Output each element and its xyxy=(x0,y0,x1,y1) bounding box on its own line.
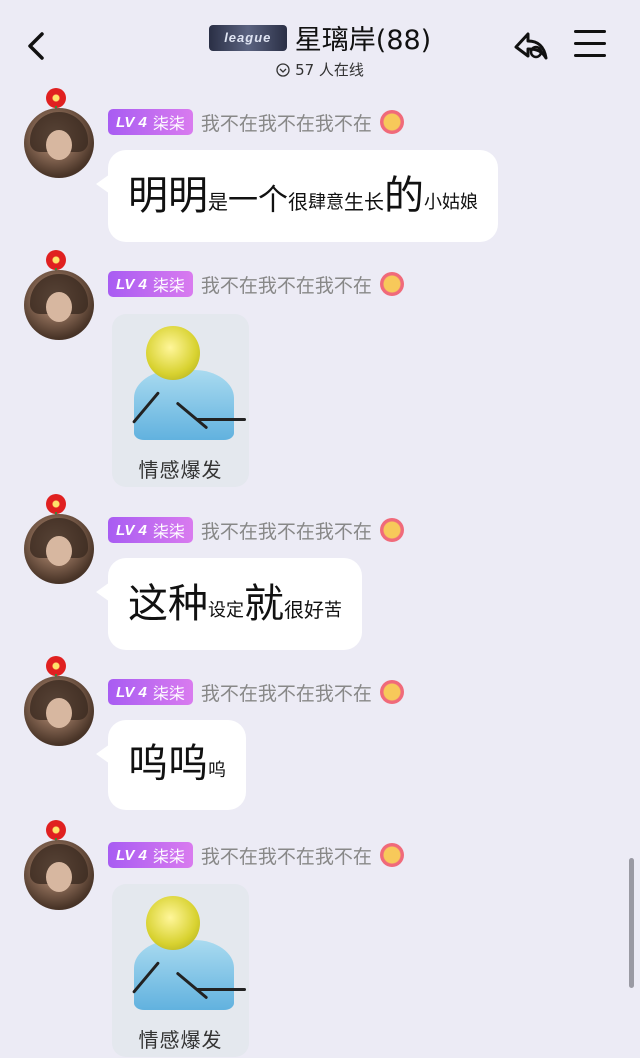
avatar[interactable] xyxy=(24,676,94,746)
sticker-caption: 情感爆发 xyxy=(138,458,223,482)
scrollbar[interactable] xyxy=(629,858,634,988)
chat-header: league 星璃岸(88) 57 人在线 xyxy=(0,0,640,86)
message-meta: LV 4 柒柒 我不在我不在我不在 xyxy=(108,679,404,705)
avatar[interactable] xyxy=(24,108,94,178)
level-badge: LV 4 柒柒 xyxy=(108,842,193,868)
smiley-icon xyxy=(379,680,404,704)
flower-icon xyxy=(46,88,66,114)
flower-icon xyxy=(46,656,66,682)
message-meta: LV 4 柒柒 我不在我不在我不在 xyxy=(108,517,404,543)
sender-nickname: 我不在我不在我不在 xyxy=(200,112,372,135)
message-bubble[interactable]: 这种 设定 就 很好 苦 xyxy=(96,558,362,650)
chevron-circle-icon xyxy=(276,62,290,77)
sender-nickname: 我不在我不在我不在 xyxy=(200,682,372,705)
sender-nickname: 我不在我不在我不在 xyxy=(200,274,372,297)
online-count: 57 人在线 xyxy=(295,61,364,79)
group-badge: league xyxy=(208,24,287,51)
smiley-icon xyxy=(379,518,404,542)
flower-icon xyxy=(46,494,66,520)
message-bubble[interactable]: 明明 是 一个 很 肆意 生长 的 小姑娘 xyxy=(96,150,498,242)
avatar[interactable] xyxy=(24,840,94,910)
message-meta: LV 4 柒柒 我不在我不在我不在 xyxy=(108,842,404,868)
smiley-icon xyxy=(379,110,404,134)
level-badge: LV 4 柒柒 xyxy=(108,109,193,135)
avatar[interactable] xyxy=(24,514,94,584)
sticker-image[interactable]: 情感爆发 xyxy=(112,314,249,487)
group-title[interactable]: 星璃岸(88) xyxy=(295,18,431,57)
message-bubble[interactable]: 呜呜 呜 xyxy=(96,720,246,810)
online-status: 57 人在线 xyxy=(276,59,364,80)
sticker-image[interactable]: 情感爆发 xyxy=(112,884,249,1057)
flower-icon xyxy=(46,820,66,846)
level-badge: LV 4 柒柒 xyxy=(108,517,193,543)
menu-icon[interactable] xyxy=(574,30,606,60)
level-badge: LV 4 柒柒 xyxy=(108,679,193,705)
avatar[interactable] xyxy=(24,270,94,340)
sender-nickname: 我不在我不在我不在 xyxy=(200,520,372,543)
sticker-caption: 情感爆发 xyxy=(138,1028,223,1052)
message-meta: LV 4 柒柒 我不在我不在我不在 xyxy=(108,271,404,297)
sender-nickname: 我不在我不在我不在 xyxy=(200,845,372,868)
message-meta: LV 4 柒柒 我不在我不在我不在 xyxy=(108,109,404,135)
smiley-icon xyxy=(379,843,404,867)
flower-icon xyxy=(46,250,66,276)
level-badge: LV 4 柒柒 xyxy=(108,271,193,297)
share-icon[interactable] xyxy=(510,26,552,68)
smiley-icon xyxy=(379,272,404,296)
